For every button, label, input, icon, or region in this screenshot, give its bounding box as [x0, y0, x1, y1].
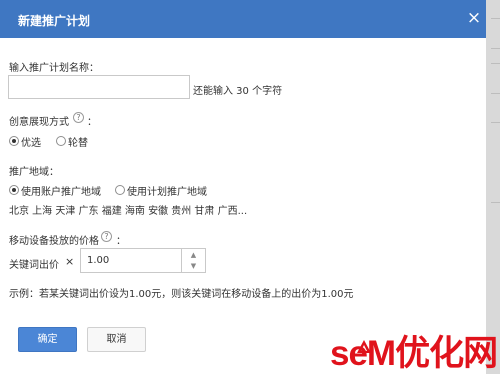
new-campaign-dialog: 新建推广计划 × 输入推广计划名称： 还能输入 30 个字符 创意展现方式 ? … [0, 0, 486, 374]
mobile-price-label: 移动设备投放的价格 [9, 236, 99, 247]
plan-region-label[interactable]: 使用计划推广地域 [127, 183, 207, 198]
region-label: 推广地域： [9, 167, 59, 178]
account-region-radio[interactable] [9, 185, 19, 195]
multiplier-icon: × [65, 255, 75, 268]
backdrop-line [491, 18, 500, 19]
mobile-price-colon: ： [116, 236, 126, 247]
keyword-bid-label: 关键词出价 [9, 260, 59, 271]
cancel-button[interactable]: 取消 [87, 327, 146, 352]
backdrop-line [491, 202, 500, 203]
price-stepper: ▲ ▼ [181, 248, 205, 273]
watermark-text: seM优化网 [330, 334, 498, 373]
plan-region-radio[interactable] [115, 185, 125, 195]
creative-preferred-label[interactable]: 优选 [21, 134, 41, 149]
creative-mode-label: 创意展现方式 [9, 117, 69, 128]
plan-name-input[interactable] [8, 75, 190, 99]
creative-mode-colon: ： [87, 117, 97, 128]
dialog-title: 新建推广计划 [18, 14, 91, 28]
help-icon[interactable]: ? [73, 112, 84, 123]
page-backdrop [486, 0, 500, 374]
region-summary-text: 北京 上海 天津 广东 福建 海南 安徽 贵州 甘肃 广西... [9, 206, 248, 217]
confirm-button[interactable]: 确定 [18, 327, 77, 352]
backdrop-line [491, 63, 500, 64]
help-icon[interactable]: ? [101, 231, 112, 242]
creative-rotate-radio[interactable] [56, 136, 66, 146]
plan-name-label: 输入推广计划名称： [9, 63, 99, 74]
chevron-down-icon[interactable]: ▼ [182, 260, 205, 272]
close-icon[interactable]: × [466, 8, 482, 28]
backdrop-line [491, 48, 500, 49]
price-example-text: 示例：若某关键词出价设为1.00元，则该关键词在移动设备上的出价为1.00元 [9, 289, 354, 300]
creative-preferred-radio[interactable] [9, 136, 19, 146]
account-region-label[interactable]: 使用账户推广地域 [21, 183, 101, 198]
backdrop-line [491, 122, 500, 123]
dialog-titlebar: 新建推广计划 × [0, 0, 486, 38]
remaining-characters-text: 还能输入 30 个字符 [193, 86, 283, 97]
backdrop-line [491, 93, 500, 94]
creative-rotate-label[interactable]: 轮替 [68, 134, 88, 149]
